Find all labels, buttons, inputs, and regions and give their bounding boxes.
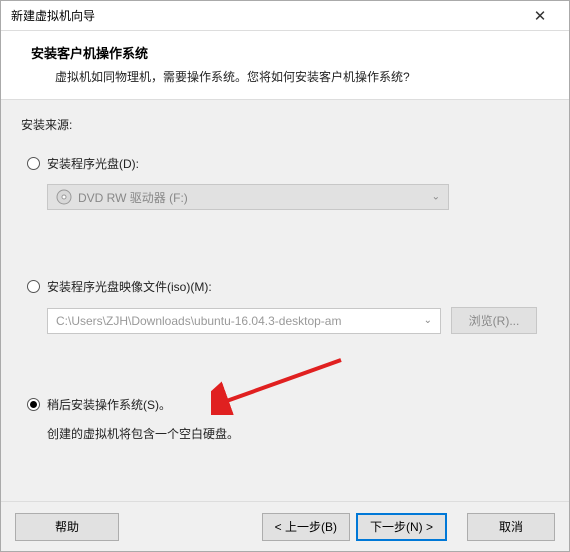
iso-path-combobox[interactable]: C:\Users\ZJH\Downloads\ubuntu-16.04.3-de… xyxy=(47,308,441,334)
window-title: 新建虚拟机向导 xyxy=(11,7,95,24)
wizard-header: 安装客户机操作系统 虚拟机如同物理机，需要操作系统。您将如何安装客户机操作系统? xyxy=(1,31,569,100)
header-title: 安装客户机操作系统 xyxy=(31,43,547,62)
radio-iso[interactable] xyxy=(27,280,40,293)
disc-icon xyxy=(56,189,72,205)
disc-drive-value: DVD RW 驱动器 (F:) xyxy=(78,189,188,206)
chevron-down-icon: ⌄ xyxy=(424,315,432,326)
option-later-note: 创建的虚拟机将包含一个空白硬盘。 xyxy=(21,425,549,442)
option-disc-label: 安装程序光盘(D): xyxy=(47,155,139,172)
header-subtitle: 虚拟机如同物理机，需要操作系统。您将如何安装客户机操作系统? xyxy=(31,68,547,85)
option-disc-radio-row[interactable]: 安装程序光盘(D): xyxy=(21,155,549,172)
back-button[interactable]: < 上一步(B) xyxy=(262,513,350,541)
install-source-label: 安装来源: xyxy=(21,116,549,133)
wizard-footer: 帮助 < 上一步(B) 下一步(N) > 取消 xyxy=(1,501,569,551)
disc-drive-dropdown[interactable]: DVD RW 驱动器 (F:) ⌄ xyxy=(47,184,449,210)
help-button[interactable]: 帮助 xyxy=(15,513,119,541)
option-disc-block: 安装程序光盘(D): DVD RW 驱动器 (F:) ⌄ xyxy=(21,155,549,210)
titlebar: 新建虚拟机向导 ✕ xyxy=(1,1,569,31)
wizard-content: 安装来源: 安装程序光盘(D): DVD RW 驱动器 (F:) ⌄ 安装程序光… xyxy=(1,100,569,501)
chevron-down-icon: ⌄ xyxy=(432,192,440,203)
option-iso-label: 安装程序光盘映像文件(iso)(M): xyxy=(47,278,212,295)
next-button[interactable]: 下一步(N) > xyxy=(356,513,447,541)
browse-button[interactable]: 浏览(R)... xyxy=(451,307,537,334)
close-icon: ✕ xyxy=(534,7,547,25)
option-later-block: 稍后安装操作系统(S)。 创建的虚拟机将包含一个空白硬盘。 xyxy=(21,396,549,442)
option-iso-block: 安装程序光盘映像文件(iso)(M): C:\Users\ZJH\Downloa… xyxy=(21,278,549,334)
close-button[interactable]: ✕ xyxy=(519,2,561,30)
iso-row: C:\Users\ZJH\Downloads\ubuntu-16.04.3-de… xyxy=(47,307,549,334)
option-later-radio-row[interactable]: 稍后安装操作系统(S)。 xyxy=(21,396,549,413)
radio-later[interactable] xyxy=(27,398,40,411)
option-later-label: 稍后安装操作系统(S)。 xyxy=(47,396,171,413)
iso-path-value: C:\Users\ZJH\Downloads\ubuntu-16.04.3-de… xyxy=(56,314,341,328)
radio-disc[interactable] xyxy=(27,157,40,170)
option-iso-radio-row[interactable]: 安装程序光盘映像文件(iso)(M): xyxy=(21,278,549,295)
cancel-button[interactable]: 取消 xyxy=(467,513,555,541)
wizard-window: 新建虚拟机向导 ✕ 安装客户机操作系统 虚拟机如同物理机，需要操作系统。您将如何… xyxy=(0,0,570,552)
